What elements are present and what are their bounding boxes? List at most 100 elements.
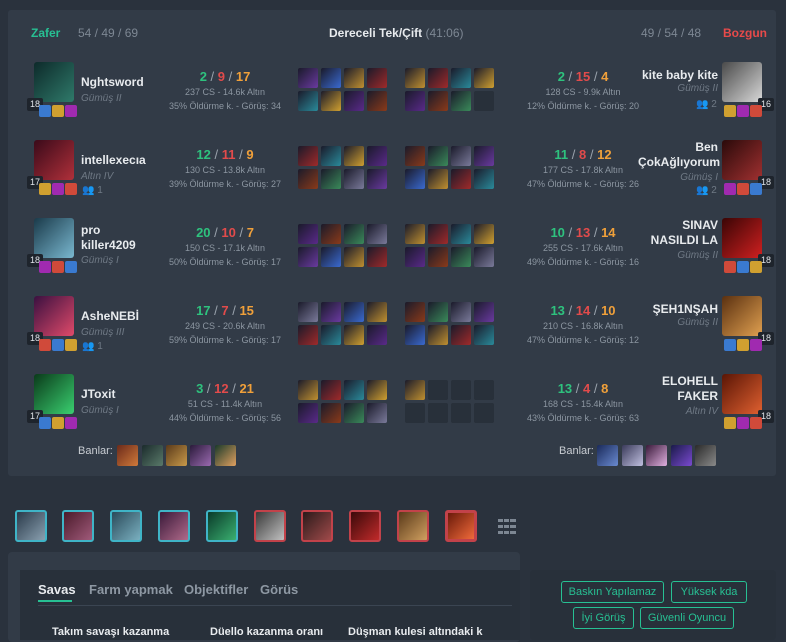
player-name[interactable]: ELOHELL FAKER: [638, 374, 718, 404]
player-name[interactable]: pro killer4209: [81, 223, 141, 253]
item-icon[interactable]: [474, 169, 494, 189]
item-icon[interactable]: [451, 302, 471, 322]
item-icon[interactable]: [298, 247, 318, 267]
champion-tab[interactable]: [254, 510, 286, 542]
grid-icon[interactable]: [498, 519, 516, 535]
player-name[interactable]: ŞEH1NŞAH: [638, 302, 718, 317]
item-icon[interactable]: [298, 224, 318, 244]
item-icon[interactable]: [451, 169, 471, 189]
item-icon[interactable]: [321, 91, 341, 111]
tab-objectives[interactable]: Objektifler: [184, 582, 248, 597]
champion-tab[interactable]: [15, 510, 47, 542]
item-icon[interactable]: [321, 325, 341, 345]
item-icon[interactable]: [321, 169, 341, 189]
champion-tab[interactable]: [397, 510, 429, 542]
item-icon[interactable]: [428, 146, 448, 166]
tab-farm[interactable]: Farm yapmak: [89, 582, 173, 597]
item-icon[interactable]: [321, 224, 341, 244]
item-icon[interactable]: [474, 302, 494, 322]
item-icon[interactable]: [321, 247, 341, 267]
champion-tab[interactable]: [349, 510, 381, 542]
item-icon[interactable]: [367, 403, 387, 423]
item-icon[interactable]: [405, 302, 425, 322]
item-icon[interactable]: [321, 403, 341, 423]
item-icon[interactable]: [474, 146, 494, 166]
player-name[interactable]: kite baby kite: [638, 68, 718, 83]
item-icon[interactable]: [298, 169, 318, 189]
item-grid: [298, 302, 387, 345]
champion-tab[interactable]: [206, 510, 238, 542]
item-icon[interactable]: [344, 169, 364, 189]
item-icon[interactable]: [298, 146, 318, 166]
item-icon[interactable]: [405, 247, 425, 267]
item-icon[interactable]: [344, 380, 364, 400]
item-icon[interactable]: [405, 380, 425, 400]
item-icon[interactable]: [344, 403, 364, 423]
item-icon[interactable]: [451, 224, 471, 244]
item-icon[interactable]: [298, 380, 318, 400]
champion-tab[interactable]: [110, 510, 142, 542]
item-icon[interactable]: [405, 169, 425, 189]
champion-tab[interactable]: [301, 510, 333, 542]
item-icon[interactable]: [474, 224, 494, 244]
item-icon[interactable]: [428, 325, 448, 345]
item-icon[interactable]: [344, 325, 364, 345]
item-icon[interactable]: [451, 91, 471, 111]
champion-tab-selected[interactable]: [445, 510, 477, 542]
item-icon[interactable]: [344, 302, 364, 322]
tab-savas[interactable]: Savas: [38, 582, 76, 597]
item-icon[interactable]: [321, 380, 341, 400]
item-icon[interactable]: [367, 325, 387, 345]
champion-portrait: [722, 218, 762, 258]
item-icon[interactable]: [298, 325, 318, 345]
item-icon[interactable]: [405, 325, 425, 345]
player-name[interactable]: AsheNEBİ: [81, 309, 141, 324]
item-icon[interactable]: [428, 302, 448, 322]
champion-tab[interactable]: [158, 510, 190, 542]
player-name[interactable]: JToxit: [81, 387, 141, 402]
item-icon[interactable]: [428, 224, 448, 244]
item-icon[interactable]: [344, 68, 364, 88]
item-icon[interactable]: [298, 68, 318, 88]
item-icon[interactable]: [367, 380, 387, 400]
player-name[interactable]: intellexecıa: [81, 153, 146, 168]
tab-vision[interactable]: Görüs: [260, 582, 298, 597]
item-icon[interactable]: [367, 169, 387, 189]
item-icon[interactable]: [405, 224, 425, 244]
item-icon[interactable]: [428, 247, 448, 267]
item-icon[interactable]: [428, 169, 448, 189]
item-icon[interactable]: [405, 68, 425, 88]
item-icon[interactable]: [405, 146, 425, 166]
item-icon[interactable]: [428, 91, 448, 111]
item-icon[interactable]: [367, 68, 387, 88]
player-name[interactable]: SINAV NASILDI LA: [638, 218, 718, 248]
item-icon[interactable]: [344, 91, 364, 111]
item-icon[interactable]: [298, 91, 318, 111]
item-icon[interactable]: [405, 91, 425, 111]
item-icon[interactable]: [451, 146, 471, 166]
item-icon[interactable]: [474, 247, 494, 267]
item-icon[interactable]: [367, 247, 387, 267]
item-icon[interactable]: [474, 325, 494, 345]
player-name[interactable]: Ben ÇokAğlıyorum: [638, 140, 720, 170]
item-icon[interactable]: [451, 325, 471, 345]
item-icon[interactable]: [344, 224, 364, 244]
item-icon[interactable]: [451, 68, 471, 88]
item-icon[interactable]: [298, 302, 318, 322]
item-icon[interactable]: [367, 302, 387, 322]
item-icon[interactable]: [344, 146, 364, 166]
item-icon[interactable]: [428, 68, 448, 88]
item-icon[interactable]: [321, 68, 341, 88]
item-icon[interactable]: [474, 68, 494, 88]
item-icon[interactable]: [367, 146, 387, 166]
item-icon[interactable]: [321, 146, 341, 166]
item-icon[interactable]: [321, 302, 341, 322]
item-icon[interactable]: [298, 403, 318, 423]
item-icon[interactable]: [344, 247, 364, 267]
item-icon[interactable]: [451, 247, 471, 267]
kda-line: 17 / 7 / 15: [196, 303, 254, 318]
item-icon[interactable]: [367, 224, 387, 244]
champion-tab[interactable]: [62, 510, 94, 542]
item-icon[interactable]: [367, 91, 387, 111]
player-name[interactable]: Nghtsword: [81, 75, 144, 90]
